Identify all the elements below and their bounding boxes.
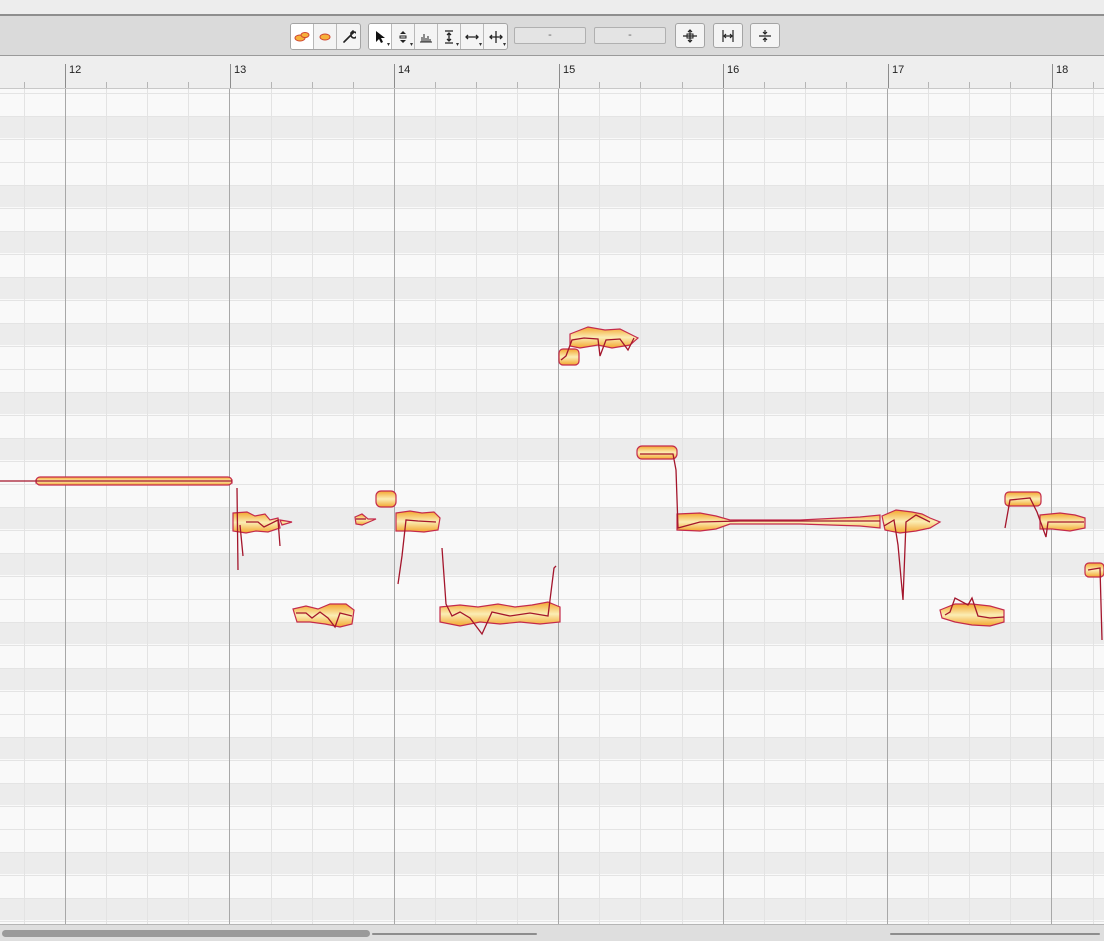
timeline-ruler[interactable]: 12 13 14 15 16 17 18 <box>0 56 1104 89</box>
time-tool-button[interactable]: ▾ <box>461 24 484 49</box>
bar-tick <box>230 64 231 88</box>
ruler-minor-tick <box>805 82 806 88</box>
ruler-minor-tick <box>1010 82 1011 88</box>
bar-tick <box>394 64 395 88</box>
bar-label-13: 13 <box>234 64 247 76</box>
chevron-down-icon: ▾ <box>502 42 506 48</box>
chevron-down-icon: ▾ <box>455 42 459 48</box>
single-blob-view-button[interactable] <box>314 24 337 49</box>
ruler-minor-tick <box>147 82 148 88</box>
pitch-tool-icon <box>399 30 407 43</box>
value-field-left[interactable]: - <box>514 27 586 44</box>
bar-label-16: 16 <box>727 64 740 76</box>
ruler-minor-tick <box>764 82 765 88</box>
ruler-minor-tick <box>24 82 25 88</box>
bar-tick <box>559 64 560 88</box>
chevron-down-icon: ▾ <box>409 42 413 48</box>
ruler-minor-tick <box>271 82 272 88</box>
quantize-pitch-button[interactable] <box>675 23 705 48</box>
note-blob <box>1084 562 1104 578</box>
note-blob <box>558 348 580 366</box>
ruler-minor-tick <box>928 82 929 88</box>
note-blob <box>636 445 678 460</box>
blob-view-button[interactable] <box>291 24 314 49</box>
settings-button[interactable] <box>337 24 360 49</box>
snap-icon <box>759 29 771 42</box>
ruler-minor-tick <box>312 82 313 88</box>
ruler-minor-tick <box>846 82 847 88</box>
ruler-minor-tick <box>106 82 107 88</box>
bar-label-18: 18 <box>1056 64 1069 76</box>
ruler-minor-tick <box>969 82 970 88</box>
bar-tick <box>65 64 66 88</box>
window-top-strip <box>0 0 1104 16</box>
note-blob <box>375 490 397 508</box>
ruler-minor-tick <box>1093 82 1094 88</box>
chevron-down-icon: ▾ <box>478 42 482 48</box>
blob-icon <box>294 31 310 41</box>
note-blob <box>279 519 293 526</box>
main-tool-button[interactable]: ▾ <box>369 24 392 49</box>
separation-tool-button[interactable]: ▾ <box>484 24 507 49</box>
note-blobs <box>0 326 1104 641</box>
ruler-minor-tick <box>640 82 641 88</box>
view-mode-group <box>290 23 361 50</box>
bar-label-14: 14 <box>398 64 411 76</box>
scroll-thumb[interactable] <box>2 930 370 937</box>
bar-tick <box>1052 64 1053 88</box>
amplitude-tool-button[interactable]: ▾ <box>438 24 461 49</box>
quantize-time-button[interactable] <box>713 23 743 48</box>
note-blob <box>292 603 355 628</box>
chevron-down-icon: ▾ <box>386 42 390 48</box>
overview-waveform <box>372 933 537 935</box>
formant-tool-icon <box>420 33 432 42</box>
quantize-time-icon <box>722 29 734 42</box>
pitch-tool-button[interactable]: ▾ <box>392 24 415 49</box>
formant-tool-button[interactable] <box>415 24 438 49</box>
note-editor-grid[interactable] <box>0 89 1104 924</box>
ruler-minor-tick <box>353 82 354 88</box>
amplitude-tool-icon <box>445 29 453 44</box>
snap-button[interactable] <box>750 23 780 48</box>
note-blob <box>939 603 1005 627</box>
ruler-minor-tick <box>188 82 189 88</box>
separation-tool-icon <box>488 30 503 43</box>
horizontal-scrollbar[interactable] <box>0 924 1104 941</box>
bar-label-17: 17 <box>892 64 905 76</box>
wrench-icon <box>342 29 356 43</box>
bar-label-15: 15 <box>563 64 576 76</box>
pitch-curves <box>0 337 1103 641</box>
value-field-right[interactable]: - <box>594 27 666 44</box>
tool-group: ▾ ▾ ▾ ▾ ▾ <box>368 23 508 50</box>
ruler-minor-tick <box>476 82 477 88</box>
bar-tick <box>723 64 724 88</box>
quantize-pitch-icon <box>683 28 697 43</box>
single-blob-icon <box>319 33 331 40</box>
ruler-minor-tick <box>435 82 436 88</box>
ruler-minor-tick <box>682 82 683 88</box>
overview-waveform <box>890 933 1100 935</box>
time-tool-icon <box>465 34 479 39</box>
pointer-tool-icon <box>376 30 385 43</box>
toolbar: ▾ ▾ ▾ ▾ ▾ - - <box>0 16 1104 56</box>
bar-label-12: 12 <box>69 64 82 76</box>
bar-tick <box>888 64 889 88</box>
ruler-minor-tick <box>517 82 518 88</box>
ruler-minor-tick <box>599 82 600 88</box>
